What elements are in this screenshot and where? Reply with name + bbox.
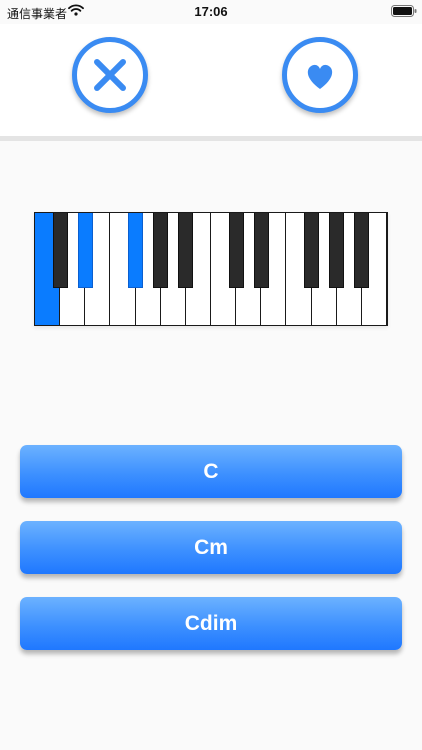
answer-label: Cdim xyxy=(184,611,238,635)
header-bar xyxy=(0,24,422,138)
black-key-c-sharp1[interactable] xyxy=(52,213,68,288)
black-key-f-sharp2[interactable] xyxy=(304,213,320,288)
answer-button-cm[interactable]: Cm xyxy=(20,521,402,574)
dismiss-button[interactable] xyxy=(72,37,148,113)
answer-label: C xyxy=(203,459,219,483)
header-divider xyxy=(0,136,422,141)
black-key-c-sharp2[interactable] xyxy=(228,213,244,288)
favorite-button[interactable] xyxy=(282,37,358,113)
black-key-g-sharp1[interactable] xyxy=(153,213,169,288)
answer-button-cdim[interactable]: Cdim xyxy=(20,597,402,650)
answer-label: Cm xyxy=(194,535,228,559)
battery-icon xyxy=(391,5,417,17)
heart-icon xyxy=(307,64,333,89)
black-key-f-sharp1[interactable] xyxy=(128,213,144,288)
status-time: 17:06 xyxy=(194,4,228,19)
black-key-a-sharp1[interactable] xyxy=(178,213,194,288)
status-bar: 通信事業者 17:06 xyxy=(0,0,422,24)
black-key-d-sharp2[interactable] xyxy=(253,213,269,288)
black-key-a-sharp2[interactable] xyxy=(354,213,370,288)
black-key-g-sharp2[interactable] xyxy=(329,213,345,288)
answer-button-c[interactable]: C xyxy=(20,445,402,498)
piano-keyboard xyxy=(34,212,388,326)
black-key-d-sharp1[interactable] xyxy=(77,213,93,288)
close-x-icon xyxy=(94,59,126,91)
